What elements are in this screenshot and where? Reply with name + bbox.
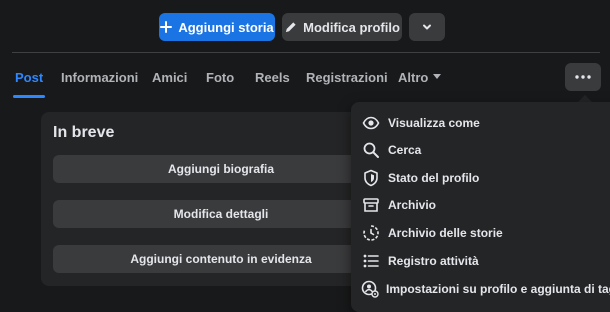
add-story-label: Aggiungi storia bbox=[178, 19, 274, 35]
edit-profile-label: Modifica profilo bbox=[303, 19, 400, 35]
tab-registrazioni[interactable]: Registrazioni bbox=[306, 58, 388, 96]
menu-item-label: Stato del profilo bbox=[388, 171, 480, 185]
header-divider bbox=[12, 52, 600, 53]
menu-item-label: Impostazioni su profilo e aggiunta di ta… bbox=[386, 282, 610, 296]
plus-icon bbox=[160, 21, 173, 33]
tab-label: Amici bbox=[152, 69, 188, 85]
more-options-menu: Visualizza come Cerca Stato del profilo … bbox=[351, 102, 610, 312]
edit-profile-button[interactable]: Modifica profilo bbox=[282, 13, 402, 41]
pencil-icon bbox=[284, 21, 297, 34]
profile-actions: Aggiungi storia Modifica profilo bbox=[159, 13, 445, 41]
menu-item-label: Archivio delle storie bbox=[388, 226, 503, 240]
story-archive-icon bbox=[361, 223, 381, 243]
menu-item-label: Cerca bbox=[388, 143, 422, 157]
tab-foto[interactable]: Foto bbox=[206, 58, 234, 96]
ellipsis-icon bbox=[575, 75, 591, 79]
menu-item-archive[interactable]: Archivio bbox=[351, 192, 610, 218]
tab-label: Registrazioni bbox=[306, 69, 388, 85]
menu-item-search[interactable]: Cerca bbox=[351, 137, 610, 163]
tab-reels[interactable]: Reels bbox=[255, 58, 290, 96]
tab-label: Altro bbox=[398, 69, 429, 85]
tab-altro[interactable]: Altro bbox=[398, 58, 442, 96]
intro-title: In breve bbox=[53, 124, 115, 141]
intro-card: In breve Aggiungi biografia Modifica det… bbox=[41, 112, 401, 286]
profile-dropdown-button[interactable] bbox=[409, 13, 445, 41]
tab-label: Reels bbox=[255, 69, 290, 85]
menu-item-story-archive[interactable]: Archivio delle storie bbox=[351, 220, 610, 246]
shield-icon bbox=[361, 168, 381, 188]
menu-item-label: Archivio bbox=[388, 198, 437, 212]
caret-down-icon bbox=[433, 74, 442, 80]
add-bio-label: Aggiungi biografia bbox=[168, 162, 274, 176]
edit-details-button[interactable]: Modifica dettagli bbox=[53, 200, 389, 228]
menu-item-view-as[interactable]: Visualizza come bbox=[351, 110, 610, 136]
menu-item-activity-log[interactable]: Registro attività bbox=[351, 248, 610, 274]
search-icon bbox=[361, 140, 381, 160]
add-story-button[interactable]: Aggiungi storia bbox=[159, 13, 275, 41]
eye-icon bbox=[361, 113, 381, 133]
add-featured-button[interactable]: Aggiungi contenuto in evidenza bbox=[53, 245, 389, 273]
menu-item-profile-tag-settings[interactable]: Impostazioni su profilo e aggiunta di ta… bbox=[351, 276, 610, 302]
tab-post[interactable]: Post bbox=[12, 58, 46, 98]
profile-settings-icon bbox=[361, 279, 379, 299]
menu-item-profile-status[interactable]: Stato del profilo bbox=[351, 165, 610, 191]
tab-label: Post bbox=[15, 69, 44, 85]
menu-item-label: Registro attività bbox=[388, 254, 479, 268]
edit-details-label: Modifica dettagli bbox=[173, 207, 269, 221]
archive-icon bbox=[361, 195, 381, 215]
tab-amici[interactable]: Amici bbox=[152, 58, 187, 96]
add-bio-button[interactable]: Aggiungi biografia bbox=[53, 155, 389, 183]
more-options-button[interactable] bbox=[565, 63, 601, 91]
chevron-down-icon bbox=[421, 21, 433, 33]
menu-item-label: Visualizza come bbox=[388, 116, 480, 130]
tab-informazioni[interactable]: Informazioni bbox=[61, 58, 138, 96]
profile-tabs: Post Informazioni Amici Foto Reels Regis… bbox=[0, 58, 610, 98]
add-featured-label: Aggiungi contenuto in evidenza bbox=[130, 252, 312, 266]
tab-label: Informazioni bbox=[61, 69, 139, 85]
tab-label: Foto bbox=[206, 69, 235, 85]
list-icon bbox=[361, 251, 381, 271]
